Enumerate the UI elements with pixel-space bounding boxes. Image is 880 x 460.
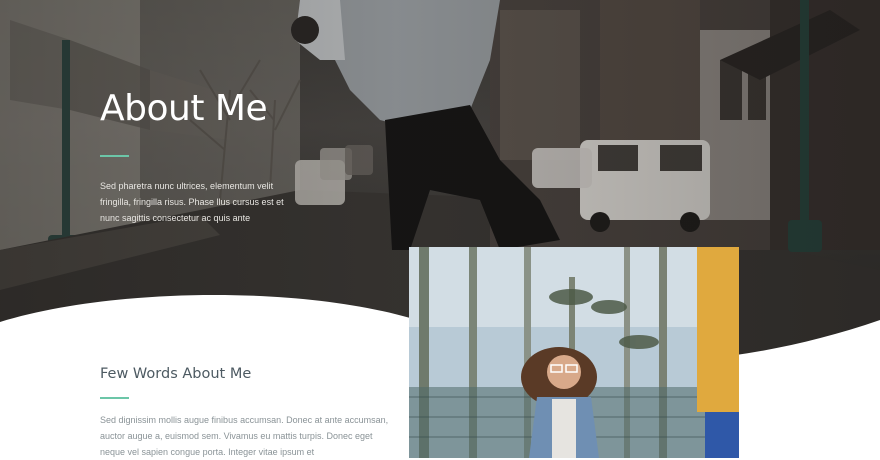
about-description: Sed dignissim mollis augue finibus accum…: [100, 415, 389, 457]
about-photo: [409, 247, 739, 458]
about-accent-line: [100, 397, 129, 399]
page-title: About Me: [100, 88, 268, 129]
hero-description: Sed pharetra nunc ultrices, elementum ve…: [100, 181, 284, 223]
about-heading: Few Words About Me: [100, 366, 252, 382]
photo-image: [409, 247, 739, 458]
title-accent-line: [100, 155, 129, 157]
